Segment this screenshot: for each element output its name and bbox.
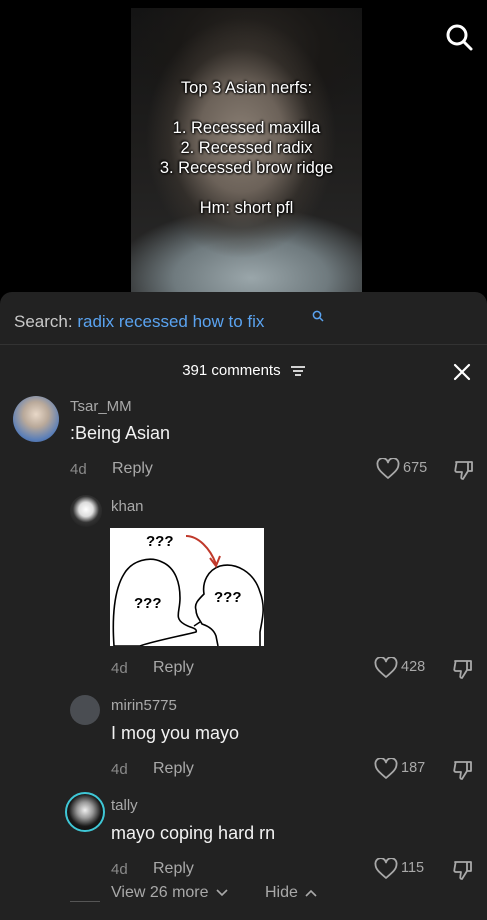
image-text-left: ???	[134, 595, 162, 612]
like-count: 187	[401, 760, 426, 776]
search-prefix: Search:	[14, 312, 73, 331]
reply-text: mayo coping hard rn	[111, 823, 276, 843]
chevron-down-icon	[216, 889, 228, 896]
search-suggestion[interactable]: Search: radix recessed how to fix	[14, 310, 324, 332]
dislike-icon[interactable]	[453, 459, 475, 481]
dislike-icon[interactable]	[452, 859, 474, 881]
overlay-footer: Hm: short pfl	[199, 199, 294, 217]
comments-sheet: Search: radix recessed how to fix 391 co…	[0, 292, 487, 920]
search-small-icon	[312, 310, 324, 322]
reply-image[interactable]: ??? ??? ???	[110, 528, 264, 647]
avatar[interactable]	[13, 396, 59, 442]
reply-username[interactable]: mirin5775	[111, 697, 177, 714]
filter-icon[interactable]	[290, 365, 305, 377]
heart-icon	[374, 858, 398, 879]
overlay-title: Top 3 Asian nerfs:	[180, 79, 313, 97]
hide-label: Hide	[265, 884, 298, 901]
heart-icon	[376, 458, 400, 479]
reply-button[interactable]: Reply	[153, 860, 194, 878]
video-caption-overlay: Top 3 Asian nerfs: 1. Recessed maxilla 2…	[131, 78, 362, 218]
avatar[interactable]	[65, 792, 105, 832]
like-count: 675	[403, 460, 428, 476]
comments-count: 391 comments	[182, 362, 281, 379]
hide-button[interactable]: Hide	[265, 884, 317, 902]
close-icon[interactable]	[452, 362, 472, 382]
overlay-item: 3. Recessed brow ridge	[159, 159, 334, 177]
reply-age: 4d	[111, 861, 128, 878]
search-icon[interactable]	[444, 22, 474, 52]
reply-username[interactable]: khan	[111, 498, 144, 515]
like-button[interactable]: 675	[376, 458, 427, 480]
comment-age: 4d	[70, 461, 87, 478]
like-count: 115	[401, 860, 425, 876]
like-button[interactable]: 187	[374, 758, 425, 780]
video-player[interactable]: Top 3 Asian nerfs: 1. Recessed maxilla 2…	[0, 0, 487, 300]
comment-text: :Being Asian	[70, 423, 171, 443]
image-text-top: ???	[146, 533, 174, 550]
avatar[interactable]	[70, 695, 100, 725]
like-button[interactable]: 428	[374, 657, 425, 679]
reply-button[interactable]: Reply	[112, 460, 153, 478]
reply-button[interactable]: Reply	[153, 760, 194, 778]
like-button[interactable]: 115	[374, 858, 424, 880]
view-more-button[interactable]: View 26 more	[111, 884, 228, 902]
reply-username[interactable]: tally	[111, 797, 138, 814]
divider	[0, 344, 487, 345]
reply-age: 4d	[111, 660, 128, 677]
chevron-up-icon	[305, 889, 317, 897]
search-query-link[interactable]: radix recessed how to fix	[77, 312, 264, 331]
heart-icon	[374, 657, 398, 678]
overlay-item: 2. Recessed radix	[180, 139, 313, 157]
video-frame: Top 3 Asian nerfs: 1. Recessed maxilla 2…	[131, 8, 362, 298]
comment-username[interactable]: Tsar_MM	[70, 398, 132, 415]
dislike-icon[interactable]	[452, 658, 474, 680]
reply-button[interactable]: Reply	[153, 659, 194, 677]
dislike-icon[interactable]	[452, 759, 474, 781]
comments-count-row: 391 comments	[0, 362, 487, 379]
image-text-right: ???	[214, 589, 242, 606]
overlay-item: 1. Recessed maxilla	[172, 119, 321, 137]
reply-text: I mog you mayo	[111, 723, 240, 743]
thread-line	[70, 901, 100, 902]
like-count: 428	[401, 659, 426, 675]
heart-icon	[374, 758, 398, 779]
avatar[interactable]	[70, 495, 102, 527]
brain-bubble-illustration: ??? ??? ???	[112, 533, 264, 647]
view-more-label: View 26 more	[111, 884, 209, 901]
reply-age: 4d	[111, 761, 128, 778]
